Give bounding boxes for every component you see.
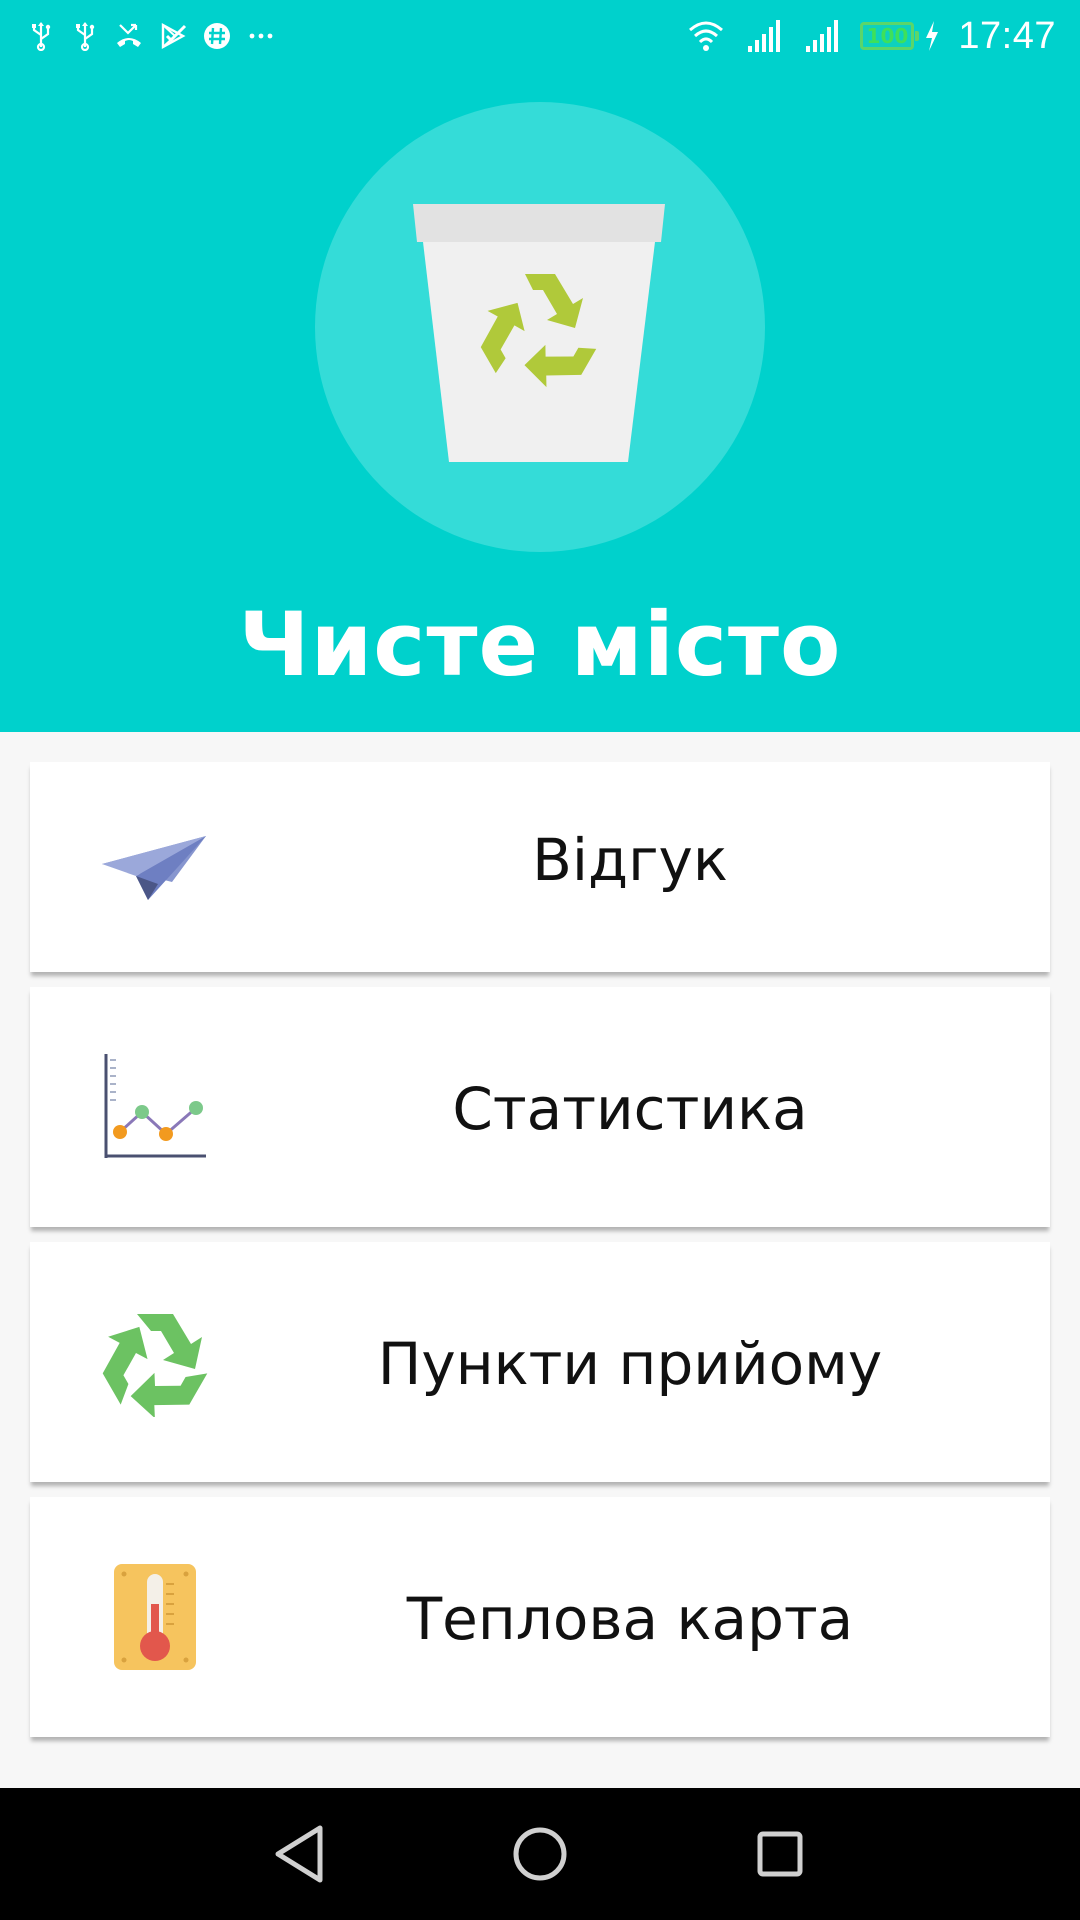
recycle-bin-icon xyxy=(413,204,665,462)
wifi-icon xyxy=(689,21,724,51)
logo-circle xyxy=(315,102,765,552)
more-notifications-icon xyxy=(249,33,273,39)
system-icons: 100 17:47 xyxy=(686,12,1056,60)
notification-icons xyxy=(26,14,276,58)
app-header: 100 17:47 Чисте місто xyxy=(0,0,1080,732)
battery-icon: 100 xyxy=(860,22,920,50)
menu-item-feedback[interactable]: Відгук xyxy=(30,762,1050,972)
missed-call-icon xyxy=(117,23,141,47)
menu-item-heat-map[interactable]: Теплова карта xyxy=(30,1497,1050,1737)
navigation-bar xyxy=(0,1788,1080,1920)
menu-item-label: Відгук xyxy=(532,826,728,894)
line-chart-icon xyxy=(104,1054,206,1158)
menu-item-label: Статистика xyxy=(452,1075,808,1143)
thermometer-icon xyxy=(114,1564,196,1670)
home-icon[interactable] xyxy=(502,1816,578,1892)
menu-item-label: Пункти прийому xyxy=(377,1330,883,1398)
signal-icon xyxy=(806,20,839,52)
usb-icon xyxy=(32,22,51,51)
back-icon[interactable] xyxy=(262,1816,338,1892)
recycle-icon xyxy=(102,1314,208,1417)
signal-icon xyxy=(748,20,781,52)
app-title: Чисте місто xyxy=(238,593,842,696)
recents-icon[interactable] xyxy=(742,1816,818,1892)
status-clock: 17:47 xyxy=(958,14,1056,57)
menu-item-label: Теплова карта xyxy=(406,1585,854,1653)
paper-plane-icon xyxy=(102,836,206,900)
usb-icon xyxy=(76,22,95,51)
hashtag-icon xyxy=(204,23,230,49)
status-bar: 100 17:47 xyxy=(0,0,1080,72)
play-store-icon xyxy=(161,22,187,50)
menu-item-statistics[interactable]: Статистика xyxy=(30,987,1050,1227)
menu-item-collection-points[interactable]: Пункти прийому xyxy=(30,1242,1050,1482)
charging-icon xyxy=(926,21,939,51)
